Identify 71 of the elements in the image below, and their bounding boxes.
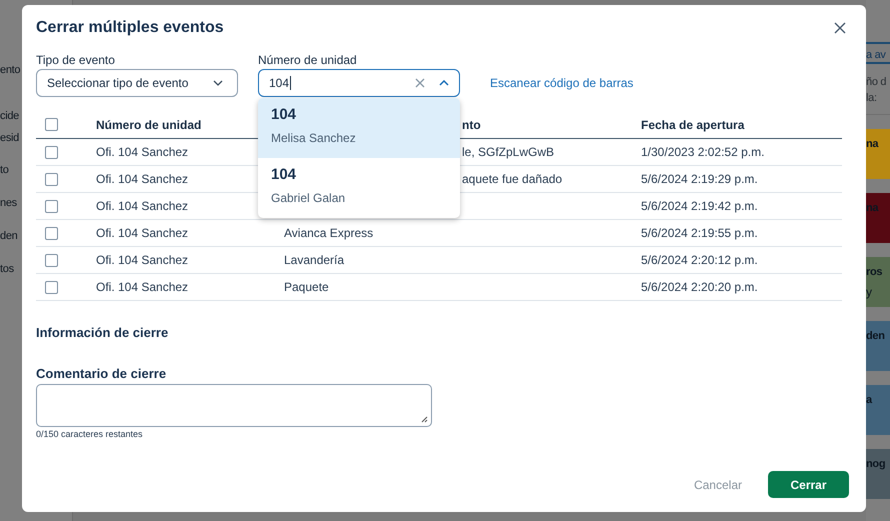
checkbox[interactable]	[45, 280, 58, 294]
close-events-button[interactable]: Cerrar	[768, 471, 849, 498]
checkbox[interactable]	[45, 146, 58, 158]
dialog-title: Cerrar múltiples eventos	[36, 19, 224, 37]
dropdown-option[interactable]: 104 Gabriel Galan	[258, 158, 460, 218]
sidebar-item[interactable]: tos	[0, 261, 14, 277]
table-cell-text: 5/6/2024 2:19:42 p.m.	[641, 199, 759, 213]
table-cell-text: 5/6/2024 2:20:20 p.m.	[641, 280, 759, 294]
unit-number-field[interactable]: 104	[258, 69, 460, 97]
table-cell-text: 5/6/2024 2:20:12 p.m.	[641, 253, 759, 267]
table-cell: aquete fue dañado	[462, 172, 562, 186]
select-placeholder: Seleccionar tipo de evento	[47, 76, 188, 90]
table-cell-text: 1/30/2023 2:02:52 p.m.	[641, 145, 766, 159]
chevron-up-icon	[439, 80, 449, 86]
cancel-button[interactable]: Cancelar	[694, 472, 742, 498]
table-cell: Avianca Express	[284, 226, 374, 240]
card-title: ros	[866, 265, 884, 279]
event-card[interactable]: nog	[866, 449, 890, 499]
checkbox[interactable]	[45, 226, 58, 240]
table-cell: Paquete	[284, 280, 329, 294]
checkbox[interactable]	[45, 254, 58, 266]
field-label: Comentario de cierre	[36, 366, 168, 381]
table-cell-text: Ofi. 104 Sanchez	[96, 253, 190, 267]
character-counter: 0/150 caracteres restantes	[36, 429, 144, 439]
option-name: Gabriel Galan	[271, 191, 346, 205]
card-title: a	[866, 393, 874, 407]
table-cell-text: Ofi. 104 Sanchez	[96, 226, 190, 240]
clear-icon	[415, 78, 425, 88]
event-card[interactable]: a	[866, 385, 890, 435]
dropdown-option[interactable]: 104 Melisa Sanchez	[258, 98, 460, 158]
close-icon	[834, 22, 846, 34]
table-cell: Lavandería	[284, 253, 344, 267]
column-header: Número de unidad	[96, 118, 202, 132]
scan-barcode-link[interactable]: Escanear código de barras	[490, 69, 634, 97]
event-card[interactable]: ros y	[866, 257, 890, 307]
card-title: na	[866, 201, 880, 215]
table-cell-text: Ofi. 104 Sanchez	[96, 199, 190, 213]
table-cell-text: Ofi. 104 Sanchez	[96, 145, 190, 159]
option-value: 104	[271, 166, 298, 183]
sidebar-item[interactable]: to	[0, 162, 9, 178]
panel-button[interactable]: a av	[866, 42, 890, 64]
comment-field[interactable]	[36, 384, 432, 427]
table-cell-text: 5/6/2024 2:19:29 p.m.	[641, 172, 759, 186]
resize-handle-icon	[421, 416, 428, 423]
checkbox[interactable]	[45, 200, 58, 212]
checkbox[interactable]	[45, 118, 58, 131]
event-card[interactable]: na	[866, 129, 890, 179]
column-header: nto	[461, 118, 482, 132]
sidebar-item[interactable]: cide	[0, 108, 19, 124]
section-title: Información de cierre	[36, 325, 170, 340]
card-subtitle: y	[866, 285, 873, 299]
checkbox[interactable]	[45, 172, 58, 186]
card-title: na	[866, 137, 880, 151]
table-cell-text: 5/6/2024 2:19:55 p.m.	[641, 226, 759, 240]
field-label: Número de unidad	[258, 53, 358, 67]
column-header: Fecha de apertura	[641, 118, 746, 132]
sidebar-item[interactable]: nes	[0, 195, 17, 211]
card-title: nog	[866, 457, 886, 471]
sidebar-item[interactable]: ento	[0, 62, 20, 78]
chevron-down-icon	[213, 80, 223, 86]
option-name: Melisa Sanchez	[271, 131, 357, 145]
option-value: 104	[271, 106, 298, 123]
sidebar-item[interactable]: esid	[0, 130, 19, 146]
field-label: Tipo de evento	[36, 53, 116, 67]
event-card[interactable]: den	[866, 321, 890, 371]
event-type-select[interactable]: Seleccionar tipo de evento	[36, 69, 238, 97]
field-value: 104	[269, 76, 290, 90]
sidebar-item[interactable]: den	[0, 228, 18, 244]
card-title: den	[866, 329, 886, 343]
table-cell-text: Ofi. 104 Sanchez	[96, 280, 190, 294]
table-cell: le, SGfZpLwGwB	[462, 145, 554, 159]
